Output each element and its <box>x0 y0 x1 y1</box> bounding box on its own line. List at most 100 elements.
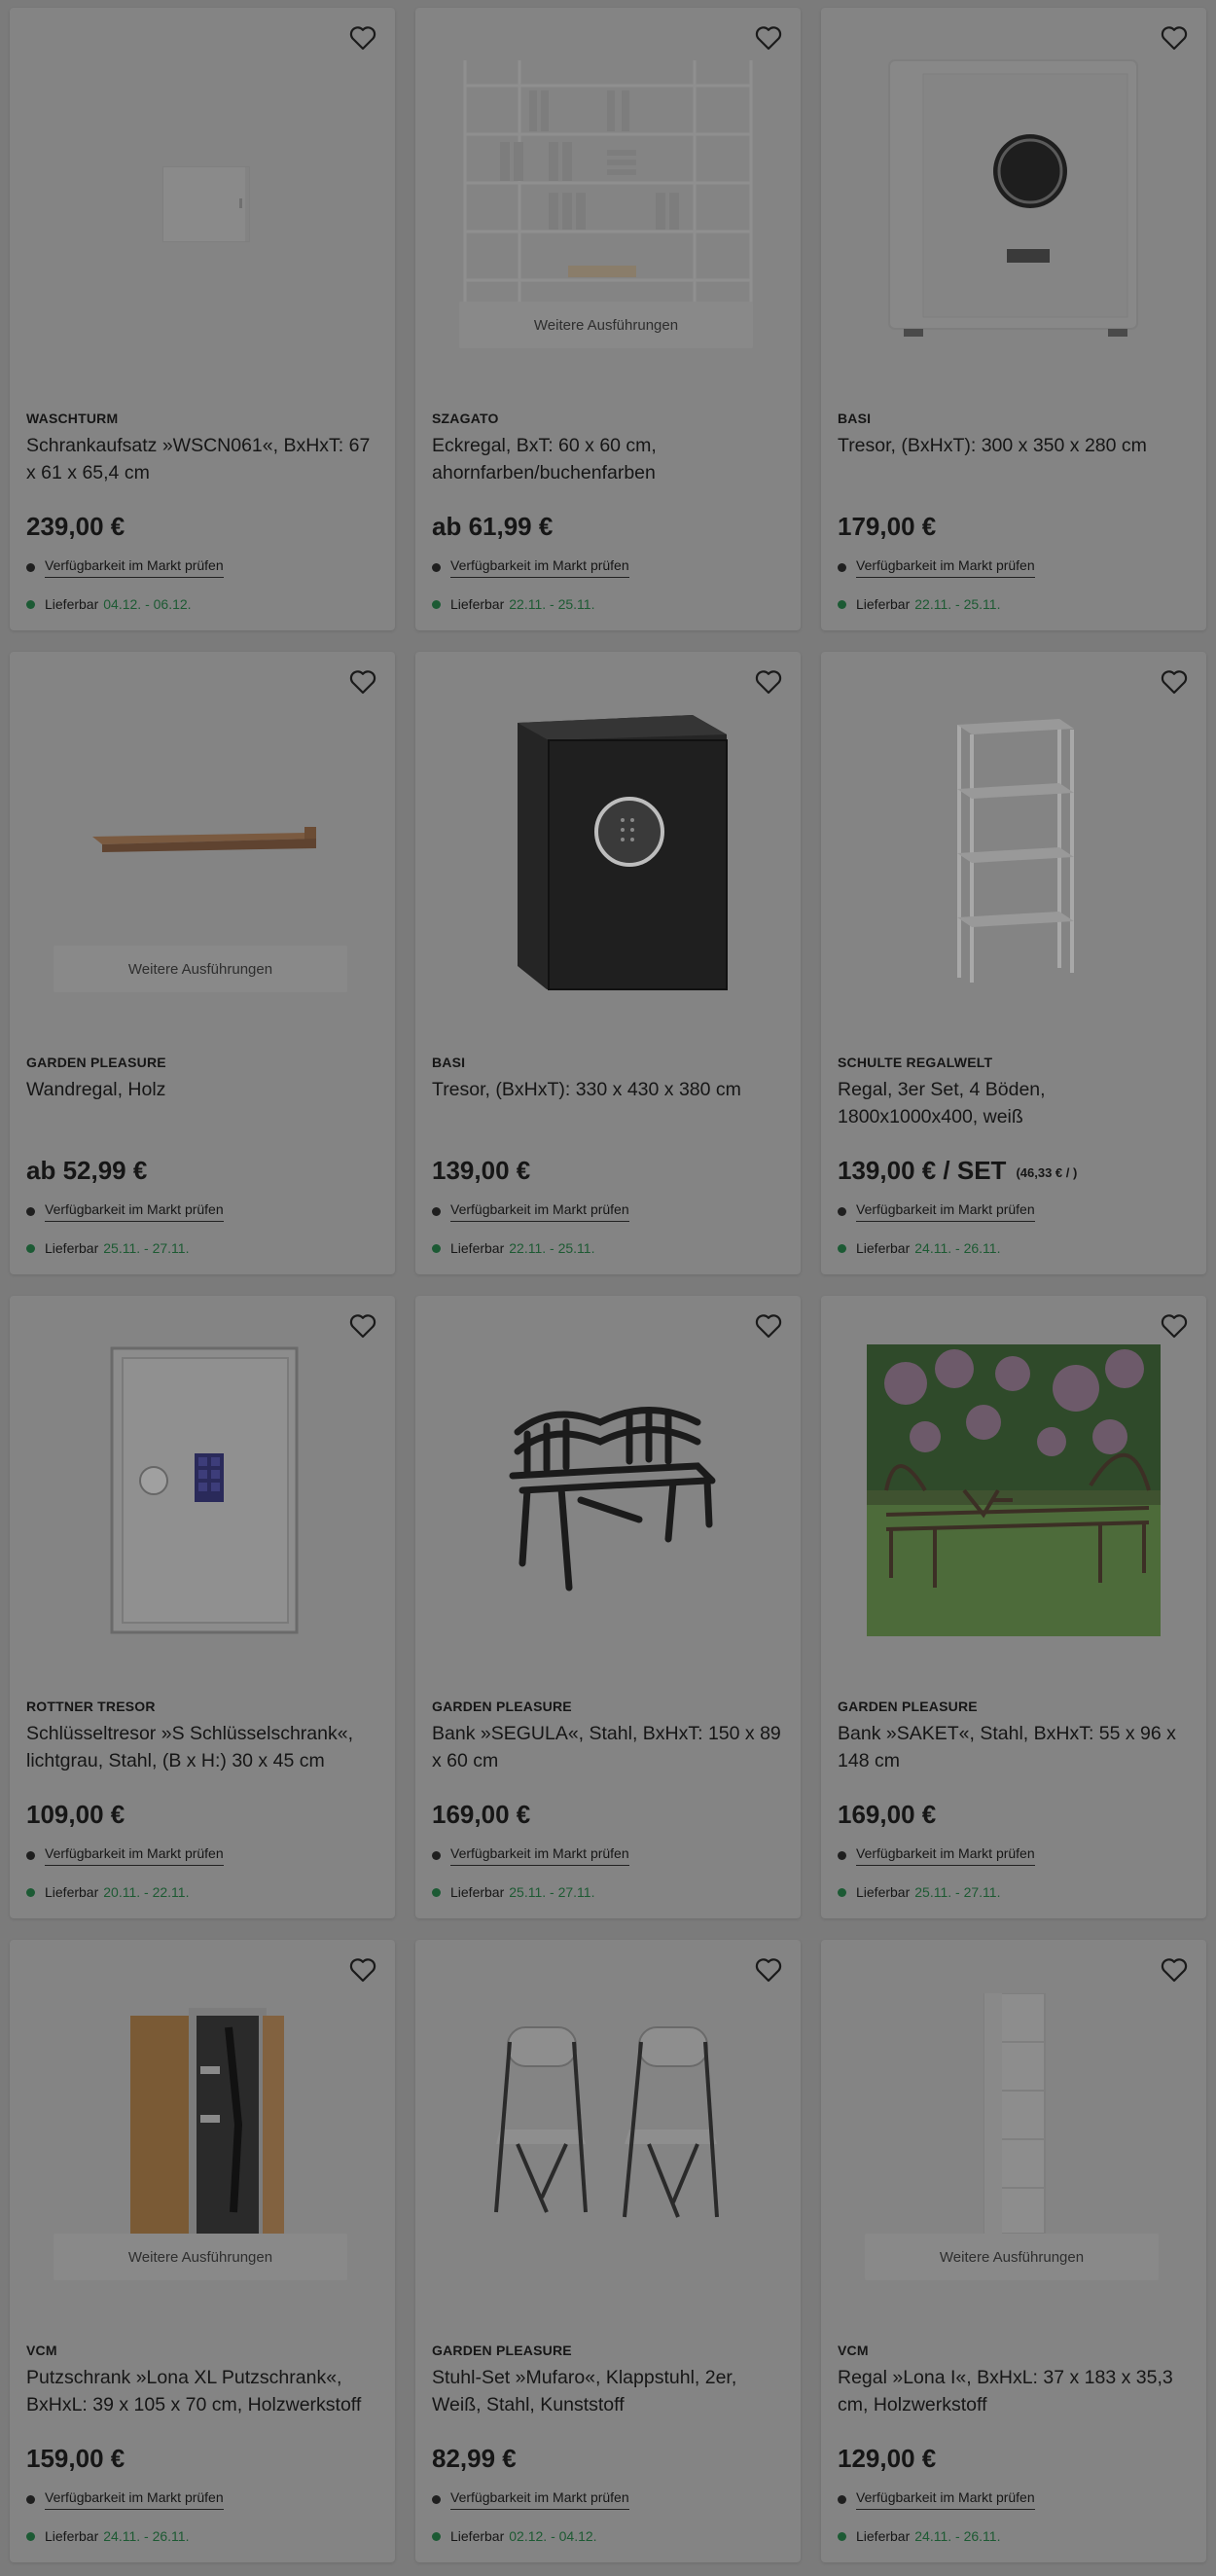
product-card[interactable]: Weitere Ausführungen VCM Regal »Lona I«,… <box>821 1940 1206 2562</box>
product-image-area[interactable]: Weitere Ausführungen <box>10 652 395 1021</box>
favorite-heart-icon[interactable] <box>348 667 377 697</box>
product-title[interactable]: Regal »Lona I«, BxHxL: 37 x 183 x 35,3 c… <box>838 2364 1190 2418</box>
availability-dot-icon <box>838 2495 846 2504</box>
product-price: ab 52,99 € <box>26 1156 148 1185</box>
bench-image <box>509 1407 716 1592</box>
favorite-heart-icon[interactable] <box>754 1955 783 1985</box>
tall-shelf-image <box>984 1993 1046 2234</box>
product-grid: WASCHTURM Schrankaufsatz »WSCN061«, BxHx… <box>0 0 1216 2576</box>
product-card[interactable]: BASI Tresor, (BxHxT): 330 x 430 x 380 cm… <box>415 652 801 1274</box>
variants-button[interactable]: Weitere Ausführungen <box>54 946 347 992</box>
delivery-dot-icon <box>838 599 846 609</box>
product-image-area[interactable]: Weitere Ausführungen <box>821 1940 1206 2309</box>
availability-link[interactable]: Verfügbarkeit im Markt prüfen <box>838 1201 1035 1222</box>
product-price: 139,00 € / SET (46,33 € / ) <box>838 1156 1077 1186</box>
product-image-area[interactable] <box>10 1296 395 1665</box>
product-card[interactable]: BASI Tresor, (BxHxT): 300 x 350 x 280 cm… <box>821 8 1206 630</box>
product-title[interactable]: Wandregal, Holz <box>26 1076 378 1103</box>
product-brand: ROTTNER TRESOR <box>26 1699 156 1714</box>
availability-dot-icon <box>432 1851 441 1860</box>
product-title[interactable]: Putzschrank »Lona XL Putzschrank«, BxHxL… <box>26 2364 378 2418</box>
product-price: ab 61,99 € <box>432 512 554 541</box>
black-safe-image <box>518 715 728 990</box>
availability-link[interactable]: Verfügbarkeit im Markt prüfen <box>838 2489 1035 2510</box>
product-image-area[interactable]: Weitere Ausführungen <box>415 8 801 377</box>
favorite-heart-icon[interactable] <box>1160 1955 1189 1985</box>
product-title[interactable]: Stuhl-Set »Mufaro«, Klappstuhl, 2er, Wei… <box>432 2364 784 2418</box>
product-title[interactable]: Bank »SEGULA«, Stahl, BxHxT: 150 x 89 x … <box>432 1720 784 1774</box>
favorite-heart-icon[interactable] <box>754 23 783 53</box>
product-card[interactable]: GARDEN PLEASURE Bank »SAKET«, Stahl, BxH… <box>821 1296 1206 1918</box>
product-title[interactable]: Bank »SAKET«, Stahl, BxHxT: 55 x 96 x 14… <box>838 1720 1190 1774</box>
product-brand: BASI <box>838 411 872 426</box>
availability-link[interactable]: Verfügbarkeit im Markt prüfen <box>26 1201 224 1222</box>
product-card[interactable]: WASCHTURM Schrankaufsatz »WSCN061«, BxHx… <box>10 8 395 630</box>
delivery-label: Lieferbar <box>450 596 505 612</box>
availability-label: Verfügbarkeit im Markt prüfen <box>45 1845 224 1866</box>
favorite-heart-icon[interactable] <box>1160 667 1189 697</box>
availability-link[interactable]: Verfügbarkeit im Markt prüfen <box>838 557 1035 578</box>
product-title[interactable]: Eckregal, BxT: 60 x 60 cm, ahornfarben/b… <box>432 432 784 486</box>
availability-link[interactable]: Verfügbarkeit im Markt prüfen <box>838 1845 1035 1866</box>
availability-label: Verfügbarkeit im Markt prüfen <box>856 1201 1035 1222</box>
delivery-info: Lieferbar 22.11. - 25.11. <box>432 1240 594 1256</box>
delivery-dates: 25.11. - 27.11. <box>914 1884 1001 1900</box>
availability-label: Verfügbarkeit im Markt prüfen <box>45 2489 224 2510</box>
product-card[interactable]: Weitere Ausführungen VCM Putzschrank »Lo… <box>10 1940 395 2562</box>
product-image-area[interactable] <box>821 1296 1206 1665</box>
availability-label: Verfügbarkeit im Markt prüfen <box>45 557 224 578</box>
favorite-heart-icon[interactable] <box>754 1311 783 1341</box>
product-card[interactable]: GARDEN PLEASURE Bank »SEGULA«, Stahl, Bx… <box>415 1296 801 1918</box>
availability-label: Verfügbarkeit im Markt prüfen <box>856 1845 1035 1866</box>
product-image-area[interactable] <box>415 1940 801 2309</box>
variants-button[interactable]: Weitere Ausführungen <box>459 302 753 348</box>
metal-shelf-image <box>957 719 1074 983</box>
availability-link[interactable]: Verfügbarkeit im Markt prüfen <box>432 1845 629 1866</box>
variants-button[interactable]: Weitere Ausführungen <box>54 2234 347 2280</box>
delivery-dates: 04.12. - 06.12. <box>103 596 192 612</box>
product-card[interactable]: Weitere Ausführungen GARDEN PLEASURE Wan… <box>10 652 395 1274</box>
safe-image <box>888 59 1138 337</box>
product-image-area[interactable] <box>415 1296 801 1665</box>
product-title[interactable]: Schlüsseltresor »S Schlüsselschrank«, li… <box>26 1720 378 1774</box>
product-title[interactable]: Tresor, (BxHxT): 330 x 430 x 380 cm <box>432 1076 784 1103</box>
delivery-info: Lieferbar 20.11. - 22.11. <box>26 1884 189 1900</box>
product-image-area[interactable] <box>821 652 1206 1021</box>
product-image-area[interactable]: Weitere Ausführungen <box>10 1940 395 2309</box>
favorite-heart-icon[interactable] <box>348 23 377 53</box>
product-card[interactable]: GARDEN PLEASURE Stuhl-Set »Mufaro«, Klap… <box>415 1940 801 2562</box>
favorite-heart-icon[interactable] <box>1160 1311 1189 1341</box>
availability-link[interactable]: Verfügbarkeit im Markt prüfen <box>26 1845 224 1866</box>
delivery-info: Lieferbar 24.11. - 26.11. <box>838 1240 1000 1256</box>
variants-button[interactable]: Weitere Ausführungen <box>865 2234 1159 2280</box>
product-image-area[interactable] <box>415 652 801 1021</box>
product-title[interactable]: Tresor, (BxHxT): 300 x 350 x 280 cm <box>838 432 1190 459</box>
favorite-heart-icon[interactable] <box>1160 23 1189 53</box>
delivery-info: Lieferbar 25.11. - 27.11. <box>26 1240 189 1256</box>
product-card[interactable]: Weitere Ausführungen SZAGATO Eckregal, B… <box>415 8 801 630</box>
delivery-dates: 25.11. - 27.11. <box>103 1240 190 1256</box>
favorite-heart-icon[interactable] <box>754 667 783 697</box>
availability-label: Verfügbarkeit im Markt prüfen <box>450 1845 629 1866</box>
wall-cabinet-image <box>162 166 250 242</box>
delivery-info: Lieferbar 24.11. - 26.11. <box>26 2528 189 2544</box>
availability-link[interactable]: Verfügbarkeit im Markt prüfen <box>26 2489 224 2510</box>
product-title[interactable]: Schrankaufsatz »WSCN061«, BxHxT: 67 x 61… <box>26 432 378 486</box>
availability-link[interactable]: Verfügbarkeit im Markt prüfen <box>26 557 224 578</box>
product-image-area[interactable] <box>821 8 1206 377</box>
favorite-heart-icon[interactable] <box>348 1311 377 1341</box>
availability-link[interactable]: Verfügbarkeit im Markt prüfen <box>432 557 629 578</box>
corner-shelf-image <box>463 60 753 307</box>
price-value: 139,00 € / SET <box>838 1156 1007 1185</box>
favorite-heart-icon[interactable] <box>348 1955 377 1985</box>
delivery-info: Lieferbar 02.12. - 04.12. <box>432 2528 597 2544</box>
availability-label: Verfügbarkeit im Markt prüfen <box>45 1201 224 1222</box>
product-title[interactable]: Regal, 3er Set, 4 Böden, 1800x1000x400, … <box>838 1076 1190 1130</box>
availability-link[interactable]: Verfügbarkeit im Markt prüfen <box>432 1201 629 1222</box>
product-brand: WASCHTURM <box>26 411 119 426</box>
product-card[interactable]: SCHULTE REGALWELT Regal, 3er Set, 4 Böde… <box>821 652 1206 1274</box>
product-card[interactable]: ROTTNER TRESOR Schlüsseltresor »S Schlüs… <box>10 1296 395 1918</box>
product-price: 169,00 € <box>838 1800 937 1829</box>
product-image-area[interactable] <box>10 8 395 377</box>
availability-link[interactable]: Verfügbarkeit im Markt prüfen <box>432 2489 629 2510</box>
